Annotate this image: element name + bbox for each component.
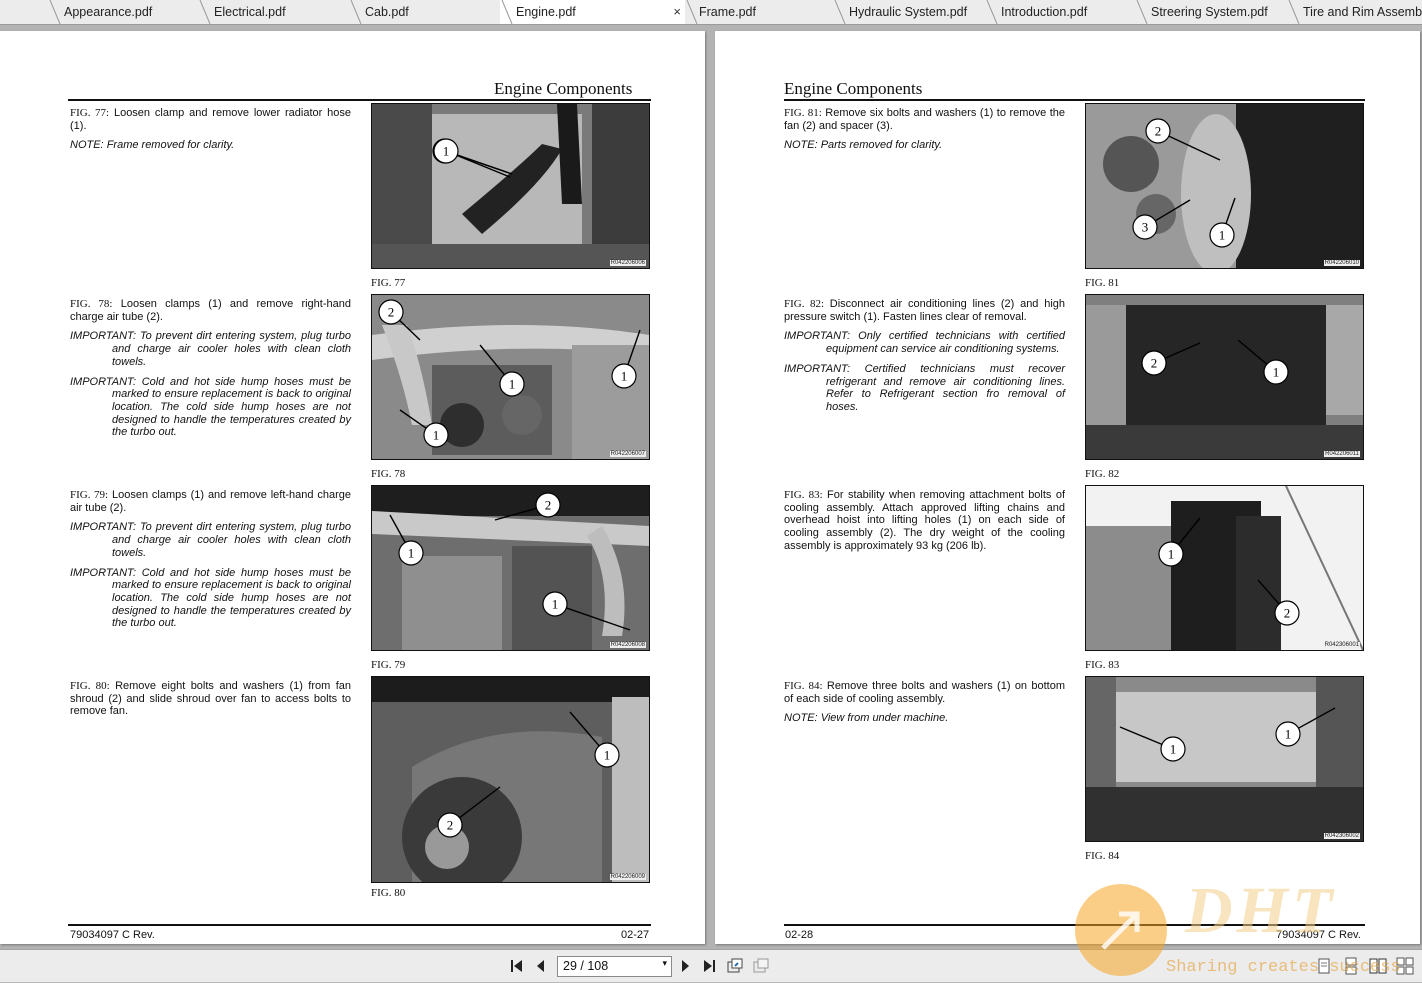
fig81-text: FIG. 81: Remove six bolts and washers (1… <box>784 107 1065 152</box>
next-page-icon[interactable] <box>676 957 694 975</box>
fig77-text: FIG. 77: Loosen clamp and remove lower r… <box>70 107 351 152</box>
fig78-text: FIG. 78: Loosen clamps (1) and remove ri… <box>70 298 352 439</box>
figure-ref-number: R042206010 <box>1323 260 1360 266</box>
header-rule <box>68 99 651 101</box>
fig77-label: FIG. 77 <box>371 277 406 289</box>
fig77-image: 1 R042206006 <box>371 103 650 269</box>
header-rule <box>784 99 1365 101</box>
fig84-label: FIG. 84 <box>1085 850 1120 862</box>
tab-electrical[interactable]: Electrical.pdf <box>198 0 349 24</box>
fig78-label: FIG. 78 <box>371 468 406 480</box>
page-header-title: Engine Components <box>784 79 923 98</box>
fig84-text: FIG. 84: Remove three bolts and washers … <box>784 680 1066 725</box>
fig82-label: FIG. 82 <box>1085 468 1120 480</box>
continuous-view-icon[interactable] <box>1342 957 1360 975</box>
fig78-image: R042206007 <box>371 294 650 460</box>
next-view-icon[interactable] <box>752 957 770 975</box>
fig79-text: FIG. 79: Loosen clamps (1) and remove le… <box>70 489 352 630</box>
fig80-text: FIG. 80: Remove eight bolts and washers … <box>70 680 352 718</box>
tab-introduction[interactable]: Introduction.pdf <box>985 0 1135 24</box>
footer-doc-number: 79034097 C Rev. <box>70 929 155 941</box>
page-number-input[interactable]: 29 / 108 ▾ <box>557 956 672 977</box>
figure-ref-number: R042206008 <box>609 642 646 648</box>
previous-view-icon[interactable] <box>726 957 744 975</box>
chevron-down-icon[interactable]: ▾ <box>662 958 667 969</box>
fig80-image: R042206009 <box>371 676 650 883</box>
fig83-text: FIG. 83: For stability when removing att… <box>784 489 1066 552</box>
page-02-27: Engine Components FIG. 77: Loosen clamp … <box>0 31 705 944</box>
tab-appearance[interactable]: Appearance.pdf <box>48 0 198 24</box>
tab-cab[interactable]: Cab.pdf <box>349 0 500 24</box>
fig82-text: FIG. 82: Disconnect air conditioning lin… <box>784 298 1065 413</box>
figure-ref-number: R042206011 <box>1324 451 1360 457</box>
tab-label: Streering System.pdf <box>1151 5 1268 19</box>
fig83-label: FIG. 83 <box>1085 659 1120 671</box>
single-page-view-icon[interactable] <box>1315 957 1333 975</box>
tab-engine[interactable]: Engine.pdf × <box>500 0 685 24</box>
tab-label: Tire and Rim Assembly.pdf <box>1303 5 1422 19</box>
fig79-label: FIG. 79 <box>371 659 406 671</box>
tab-label: Hydraulic System.pdf <box>849 5 968 19</box>
fig81-label: FIG. 81 <box>1085 277 1120 289</box>
page-02-28: Engine Components FIG. 81: Remove six bo… <box>715 31 1420 944</box>
footer-rule <box>68 924 651 926</box>
two-page-continuous-icon[interactable] <box>1396 957 1414 975</box>
page-header-title: Engine Components <box>494 79 633 98</box>
tab-hydraulic-system[interactable]: Hydraulic System.pdf <box>833 0 985 24</box>
footer-page-number: 02-27 <box>621 929 650 941</box>
tab-label: Appearance.pdf <box>64 5 153 19</box>
first-page-icon[interactable] <box>508 957 526 975</box>
tab-steering-system[interactable]: Streering System.pdf <box>1135 0 1287 24</box>
previous-page-icon[interactable] <box>532 957 550 975</box>
figure-ref-number: R042206009 <box>609 874 646 880</box>
last-page-icon[interactable] <box>700 957 718 975</box>
fig80-label: FIG. 80 <box>371 887 406 899</box>
fig83-image: R042306001 <box>1085 485 1364 651</box>
figure-ref-number: R042206006 <box>609 260 646 266</box>
close-tab-icon[interactable]: × <box>673 4 681 19</box>
figure-ref-number: R042306001 <box>1323 642 1360 648</box>
tab-label: Electrical.pdf <box>214 5 286 19</box>
fig82-image: R042206011 <box>1085 294 1364 460</box>
fig84-image: R042306002 <box>1085 676 1364 842</box>
tab-bar: Appearance.pdf Electrical.pdf Cab.pdf En… <box>0 0 1422 25</box>
footer-doc-number: 79034097 C Rev. <box>1276 929 1361 941</box>
fig79-image: R042206008 <box>371 485 650 651</box>
tab-label: Cab.pdf <box>365 5 409 19</box>
tab-tire-and-rim[interactable]: Tire and Rim Assembly.pdf <box>1287 0 1422 24</box>
tab-label: Frame.pdf <box>699 5 756 19</box>
figure-ref-number: R042206007 <box>609 451 646 457</box>
two-page-view-icon[interactable] <box>1369 957 1387 975</box>
fig81-image: R042206010 <box>1085 103 1364 269</box>
tab-label: Engine.pdf <box>516 5 576 19</box>
document-viewer[interactable]: Engine Components FIG. 77: Loosen clamp … <box>0 25 1422 949</box>
footer-rule <box>784 924 1365 926</box>
tab-frame[interactable]: Frame.pdf <box>685 0 833 24</box>
figure-ref-number: R042306002 <box>1323 833 1360 839</box>
navigation-toolbar: 29 / 108 ▾ <box>0 949 1422 982</box>
footer-page-number: 02-28 <box>785 929 814 941</box>
tab-label: Introduction.pdf <box>1001 5 1088 19</box>
